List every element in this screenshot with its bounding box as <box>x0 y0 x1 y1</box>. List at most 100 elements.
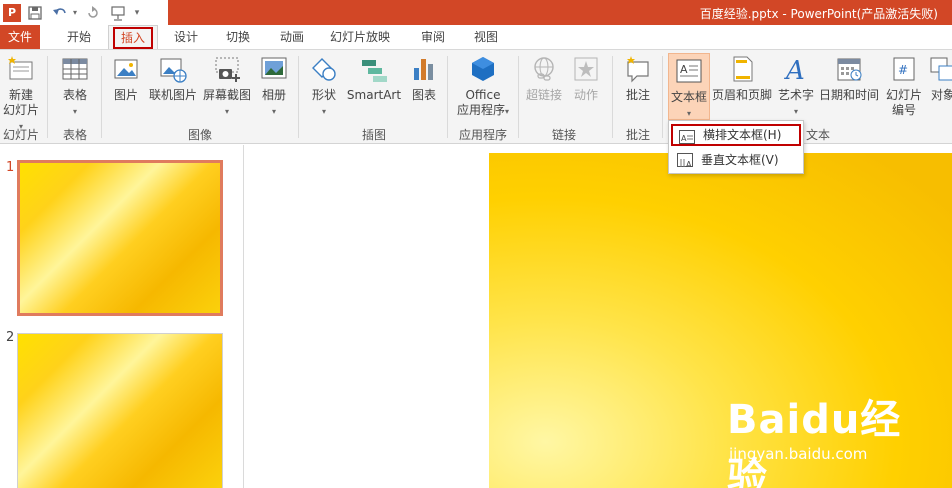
new-slide-icon <box>8 56 33 80</box>
screenshot-caret-icon: ▾ <box>224 107 229 116</box>
header-footer-button[interactable]: 页眉和页脚 <box>711 54 773 103</box>
quick-access-toolbar: P ▾ ▾ <box>0 0 168 25</box>
header-footer-icon <box>733 56 753 82</box>
tab-file[interactable]: 文件 <box>0 25 40 49</box>
textbox-button[interactable]: A 文本框 ▾ <box>668 53 710 120</box>
menu-item-vertical-textbox[interactable]: A 垂直文本框(V) <box>671 149 801 171</box>
slide-thumbnail-pane: 1 2 <box>0 145 244 488</box>
textbox-icon: A <box>676 59 702 83</box>
group-label-images: 图像 <box>187 128 212 142</box>
screenshot-label: 屏幕截图 <box>202 88 251 102</box>
menu-item-horizontal-textbox[interactable]: A 横排文本框(H) <box>671 124 801 146</box>
menu-item-horizontal-textbox-label: 横排文本框(H) <box>703 128 782 142</box>
shapes-caret-icon: ▾ <box>321 107 326 116</box>
online-picture-button[interactable]: 联机图片 <box>147 54 199 103</box>
table-caret-icon: ▾ <box>72 107 77 116</box>
slide-thumbnail-2-background <box>18 334 222 488</box>
tab-design[interactable]: 设计 <box>166 25 206 49</box>
action-icon <box>574 57 598 81</box>
chart-icon <box>414 59 433 80</box>
shapes-icon <box>312 58 336 81</box>
datetime-button[interactable]: 日期和时间 <box>818 54 880 103</box>
shapes-button[interactable]: 形状 ▾ <box>306 54 342 119</box>
picture-button[interactable]: 图片 <box>108 54 144 103</box>
slide-number-button[interactable]: # 幻灯片 编号 <box>882 54 926 118</box>
hyperlink-label: 超链接 <box>525 88 562 102</box>
slide-thumbnail-1-background <box>20 163 220 313</box>
new-slide-button[interactable]: 新建 幻灯片▾ <box>2 54 40 134</box>
undo-icon[interactable] <box>49 2 71 24</box>
calendar-icon <box>837 58 862 81</box>
picture-label: 图片 <box>113 88 138 102</box>
baidu-jingyan-watermark: Baidu经验 jingyan.baidu.com <box>727 387 937 488</box>
tab-transitions[interactable]: 切换 <box>218 25 258 49</box>
save-icon[interactable] <box>24 2 46 24</box>
title-bar: P ▾ ▾ 百度经验.pptx - PowerPoint(产品激活失败) <box>0 0 952 25</box>
smartart-label: SmartArt <box>346 88 402 102</box>
tab-review[interactable]: 审阅 <box>413 25 453 49</box>
hyperlink-icon <box>534 57 554 81</box>
comment-button[interactable]: 批注 <box>620 54 656 103</box>
wordart-icon: A <box>784 56 805 84</box>
album-label: 相册 <box>261 88 286 102</box>
table-button[interactable]: 表格 ▾ <box>56 54 94 119</box>
object-button[interactable]: 对象 <box>928 54 952 103</box>
horizontal-textbox-icon: A <box>679 130 695 144</box>
tab-insert[interactable]: 插入 <box>108 25 158 49</box>
group-label-comments: 批注 <box>625 128 650 142</box>
ribbon: 新建 幻灯片▾ 幻灯片 表格 ▾ 表格 图片 联机图片 屏幕截图 ▾ 相册 ▾ 图像 … <box>0 49 952 144</box>
group-label-links: 链接 <box>551 128 576 142</box>
slide-thumbnail-2[interactable] <box>17 333 223 488</box>
powerpoint-logo-icon: P <box>3 3 21 22</box>
group-label-tables: 表格 <box>62 128 87 142</box>
group-separator <box>47 56 48 138</box>
tab-view[interactable]: 视图 <box>466 25 506 49</box>
tab-slideshow[interactable]: 幻灯片放映 <box>325 25 395 49</box>
customize-qat-icon[interactable]: ▾ <box>132 2 142 24</box>
presentation-from-start-icon[interactable] <box>107 2 129 24</box>
office-store-icon <box>472 57 494 81</box>
tab-insert-label: 插入 <box>112 27 153 49</box>
shapes-label: 形状 <box>311 88 336 102</box>
album-icon <box>261 57 287 79</box>
textbox-dropdown-menu: A 横排文本框(H) A 垂直文本框(V) <box>668 120 804 174</box>
group-label-apps: 应用程序 <box>458 128 507 142</box>
slide-number-2: 2 <box>6 330 15 345</box>
group-separator <box>612 56 613 138</box>
screenshot-button[interactable]: 屏幕截图 ▾ <box>201 54 253 119</box>
tab-home[interactable]: 开始 <box>58 25 100 49</box>
comment-label: 批注 <box>625 88 650 102</box>
hyperlink-button[interactable]: 超链接 <box>524 54 564 103</box>
textbox-caret-icon: ▾ <box>686 109 691 118</box>
smartart-button[interactable]: SmartArt <box>346 54 402 103</box>
redo-icon[interactable] <box>82 2 104 24</box>
group-separator <box>298 56 299 138</box>
tab-animations[interactable]: 动画 <box>272 25 312 49</box>
header-footer-label: 页眉和页脚 <box>711 88 772 102</box>
wordart-label: 艺术字 <box>777 88 814 102</box>
table-label: 表格 <box>62 88 87 102</box>
online-picture-label: 联机图片 <box>148 88 197 102</box>
chart-button[interactable]: 图表 <box>406 54 442 103</box>
table-icon <box>62 58 88 80</box>
ribbon-tabs: 文件 开始 插入 设计 切换 动画 幻灯片放映 审阅 视图 <box>0 25 952 49</box>
wordart-button[interactable]: A 艺术字 ▾ <box>776 54 816 119</box>
group-separator <box>447 56 448 138</box>
office-apps-button[interactable]: Office 应用程序▾ <box>452 54 514 119</box>
album-button[interactable]: 相册 ▾ <box>256 54 292 119</box>
action-button[interactable]: 动作 <box>568 54 604 103</box>
group-label-text: 文本 <box>805 128 830 142</box>
undo-dropdown-icon[interactable]: ▾ <box>71 2 79 24</box>
online-picture-icon <box>160 58 187 83</box>
picture-icon <box>114 59 138 79</box>
menu-item-vertical-textbox-label: 垂直文本框(V) <box>701 153 779 167</box>
group-label-illustrations: 插图 <box>361 128 386 142</box>
window-title: 百度经验.pptx - PowerPoint(产品激活失败) <box>699 7 938 21</box>
group-label-slides: 幻灯片 <box>2 128 39 142</box>
watermark-url: jingyan.baidu.com <box>729 445 868 463</box>
smartart-icon <box>362 60 387 82</box>
slide-thumbnail-1[interactable] <box>17 160 223 316</box>
slide-number-1: 1 <box>6 160 15 175</box>
group-separator <box>662 56 663 138</box>
svg-text:A: A <box>686 160 692 169</box>
